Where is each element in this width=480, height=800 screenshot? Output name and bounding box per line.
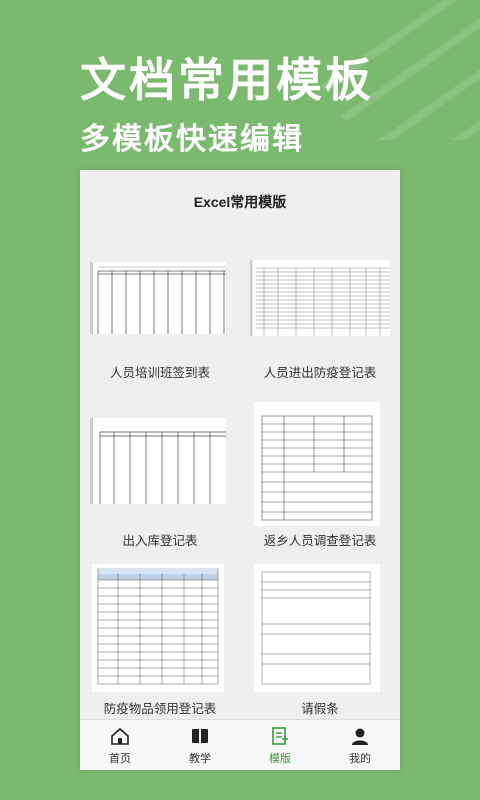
spreadsheet-preview-icon bbox=[90, 418, 226, 504]
bottom-tab-bar: 首页 教学 模版 我的 bbox=[80, 719, 400, 770]
template-card[interactable]: 人员培训班签到表 bbox=[80, 232, 240, 392]
template-card[interactable]: 防疫物品领用登记表 bbox=[80, 558, 240, 718]
template-label[interactable]: 出入库登记表 bbox=[80, 530, 240, 549]
user-icon bbox=[352, 728, 368, 745]
tab-teaching[interactable]: 教学 bbox=[160, 720, 240, 770]
book-icon bbox=[192, 729, 208, 743]
tab-label: 模版 bbox=[269, 752, 291, 765]
template-doc-icon bbox=[272, 727, 288, 745]
template-thumbnail[interactable] bbox=[92, 564, 224, 692]
tab-mine[interactable]: 我的 bbox=[320, 720, 400, 770]
template-card[interactable]: 返乡人员调查登记表 bbox=[240, 392, 400, 552]
promo-subline: 多模板快速编辑 bbox=[80, 122, 304, 157]
promo-headline: 文档常用模板 bbox=[80, 53, 374, 107]
tab-label: 教学 bbox=[189, 752, 211, 765]
template-card[interactable]: 人员进出防疫登记表 bbox=[240, 232, 400, 392]
app-title-bar: Excel常用模版 bbox=[80, 170, 400, 232]
template-label[interactable]: 返乡人员调查登记表 bbox=[240, 530, 400, 549]
phone-screen: Excel常用模版 人员培训班签到表 人员进出防疫登记表 出入库登记表 返乡人员… bbox=[80, 170, 400, 770]
template-label[interactable]: 请假条 bbox=[240, 698, 400, 717]
spreadsheet-preview-icon bbox=[90, 262, 226, 334]
tab-home[interactable]: 首页 bbox=[80, 720, 160, 770]
template-card[interactable]: 请假条 bbox=[240, 558, 400, 718]
form-preview-icon bbox=[254, 564, 380, 692]
template-thumbnail[interactable] bbox=[254, 564, 380, 692]
template-thumbnail[interactable] bbox=[254, 402, 380, 526]
spreadsheet-preview-icon bbox=[92, 564, 224, 692]
template-label[interactable]: 防疫物品领用登记表 bbox=[80, 698, 240, 717]
template-thumbnail[interactable] bbox=[90, 262, 226, 334]
template-label[interactable]: 人员培训班签到表 bbox=[80, 362, 240, 381]
tab-label: 首页 bbox=[109, 752, 131, 765]
template-label[interactable]: 人员进出防疫登记表 bbox=[240, 362, 400, 381]
home-icon bbox=[111, 727, 129, 745]
page-title: Excel常用模版 bbox=[193, 194, 287, 210]
spreadsheet-preview-icon bbox=[250, 260, 390, 336]
tab-label: 我的 bbox=[349, 752, 371, 765]
tab-templates[interactable]: 模版 bbox=[240, 720, 320, 770]
template-card[interactable]: 出入库登记表 bbox=[80, 392, 240, 552]
form-preview-icon bbox=[254, 402, 380, 526]
template-thumbnail[interactable] bbox=[250, 260, 390, 336]
template-thumbnail[interactable] bbox=[90, 418, 226, 504]
